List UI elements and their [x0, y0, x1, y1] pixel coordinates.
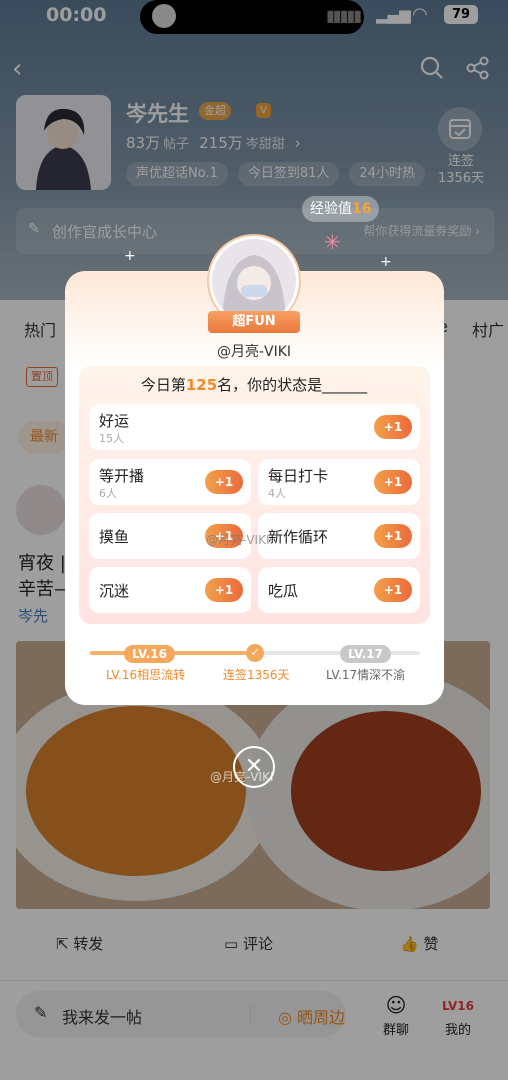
plus-one-button[interactable]: +1 [205, 470, 243, 494]
plus-one-button[interactable]: +1 [374, 470, 412, 494]
plus-one-button[interactable]: +1 [374, 524, 412, 548]
level-next-text: LV.17情深不渝 [326, 668, 406, 682]
option-wait-live[interactable]: 等开播 6人 +1 [89, 459, 251, 505]
option-name: 沉迷 [99, 582, 130, 600]
fun-badge: 超FUN [208, 311, 300, 333]
level-next-pill: LV.17 [340, 645, 391, 663]
option-name: 好运 [99, 412, 130, 430]
rank-title: 今日第125名，你的状态是______ [140, 376, 368, 394]
plus-one-button[interactable]: +1 [374, 578, 412, 602]
option-count: 4人 [268, 487, 286, 500]
option-name: 吃瓜 [268, 582, 299, 600]
option-name: 新作循环 [268, 528, 329, 546]
option-daily-checkin[interactable]: 每日打卡 4人 +1 [258, 459, 420, 505]
option-gossip[interactable]: 吃瓜 +1 [258, 567, 420, 613]
level-current-pill: LV.16 [124, 645, 175, 663]
option-name: 等开播 [99, 467, 145, 485]
option-count: 15人 [99, 432, 124, 445]
check-icon: ✓ [246, 644, 264, 662]
option-count: 6人 [99, 487, 117, 500]
exp-pill: 经验值16 [302, 196, 380, 222]
option-name: 摸鱼 [99, 528, 130, 546]
user-handle: @月亮-VIKI [216, 344, 292, 360]
option-good-luck[interactable]: 好运 15人 +1 [89, 404, 420, 450]
sparkle-icon: + [380, 254, 392, 270]
plus-one-button[interactable]: +1 [374, 415, 412, 439]
option-obsessed[interactable]: 沉迷 +1 [89, 567, 251, 613]
watermark: @月亮-VIKI [210, 770, 274, 784]
level-current-text: LV.16相思流转 [106, 668, 186, 682]
option-new-work-loop[interactable]: 新作循环 +1 [258, 513, 420, 559]
burst-icon: ✳ [324, 230, 341, 254]
sparkle-icon: + [124, 248, 136, 264]
plus-one-button[interactable]: +1 [205, 578, 243, 602]
option-name: 每日打卡 [268, 467, 329, 485]
streak-text: 连签1356天 [223, 668, 290, 682]
watermark: @月亮-VIKI [206, 533, 270, 547]
